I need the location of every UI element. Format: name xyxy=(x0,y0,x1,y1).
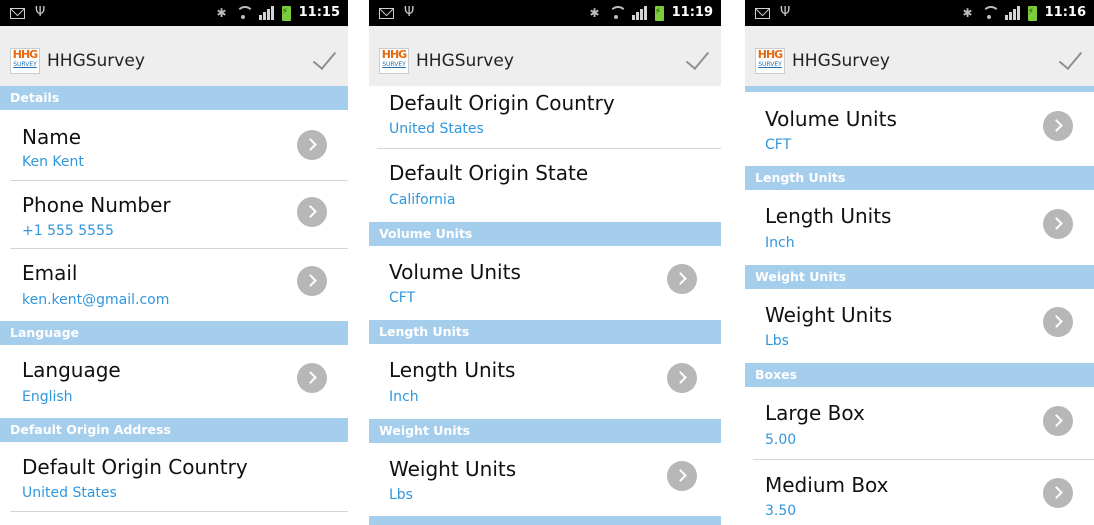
setting-label: Large Box xyxy=(765,401,865,425)
section-header-boxes: Boxes xyxy=(745,363,1094,387)
chevron-right-icon[interactable] xyxy=(1043,209,1073,239)
divider xyxy=(10,248,348,249)
setting-value: California xyxy=(389,192,456,208)
section-header-partial xyxy=(745,86,1094,92)
status-bar: Ψ ✱ 11:15 xyxy=(0,0,348,26)
chevron-right-icon[interactable] xyxy=(297,130,327,160)
wifi-icon xyxy=(608,6,627,20)
status-time: 11:16 xyxy=(1044,5,1086,20)
checkmark-icon[interactable] xyxy=(679,48,707,72)
app-title: HHGSurvey xyxy=(792,51,890,71)
signal-icon xyxy=(258,6,274,20)
chevron-right-icon[interactable] xyxy=(667,363,697,393)
setting-label: Length Units xyxy=(389,358,516,382)
mail-icon xyxy=(10,7,25,19)
mail-icon xyxy=(379,7,394,19)
setting-value: English xyxy=(22,389,73,405)
divider xyxy=(10,511,348,512)
section-header-length: Length Units xyxy=(745,166,1094,190)
setting-value: 3.50 xyxy=(765,503,797,519)
setting-value: United States xyxy=(389,121,484,137)
app-logo: HHG SURVEY xyxy=(10,48,40,74)
section-header-volume: Volume Units xyxy=(369,222,721,246)
divider xyxy=(10,180,348,181)
setting-label: Volume Units xyxy=(389,260,521,284)
setting-label: Medium Box xyxy=(765,473,889,497)
bluetooth-icon: ✱ xyxy=(589,6,600,20)
setting-value: United States xyxy=(22,485,117,501)
chevron-right-icon[interactable] xyxy=(1043,307,1073,337)
bluetooth-icon: ✱ xyxy=(216,6,227,20)
setting-label: Phone Number xyxy=(22,193,171,217)
divider xyxy=(753,459,1094,460)
setting-value: 5.00 xyxy=(765,432,797,448)
setting-value: CFT xyxy=(765,137,792,153)
chevron-right-icon[interactable] xyxy=(297,363,327,393)
setting-value: Inch xyxy=(765,235,795,251)
section-header-language: Language xyxy=(0,321,348,345)
checkmark-icon[interactable] xyxy=(306,48,334,72)
chevron-right-icon[interactable] xyxy=(667,461,697,491)
section-header-weight: Weight Units xyxy=(369,419,721,443)
status-bar: Ψ ✱ 11:19 xyxy=(369,0,721,26)
setting-label: Length Units xyxy=(765,204,892,228)
setting-value: Lbs xyxy=(765,333,789,349)
battery-charging-icon xyxy=(654,5,664,21)
section-header-details: Details xyxy=(0,86,348,110)
setting-label: Default Origin Country xyxy=(22,455,248,479)
status-bar: Ψ ✱ 11:16 xyxy=(745,0,1094,26)
screen-2: Ψ ✱ 11:19 HHG SURVEY HHGSurvey Default O… xyxy=(369,0,721,525)
setting-value: CFT xyxy=(389,290,416,306)
setting-label: Email xyxy=(22,261,78,285)
chevron-right-icon[interactable] xyxy=(1043,406,1073,436)
status-time: 11:19 xyxy=(671,5,713,20)
app-logo: HHG SURVEY xyxy=(379,48,409,74)
chevron-right-icon[interactable] xyxy=(1043,478,1073,508)
section-header-partial xyxy=(369,516,721,525)
divider xyxy=(377,148,721,149)
chevron-right-icon[interactable] xyxy=(1043,111,1073,141)
setting-value: Inch xyxy=(389,389,419,405)
battery-charging-icon xyxy=(281,5,291,21)
setting-value: Lbs xyxy=(389,487,413,503)
wifi-icon xyxy=(981,6,1000,20)
usb-icon: Ψ xyxy=(404,5,415,20)
app-title: HHGSurvey xyxy=(47,51,145,71)
setting-value: +1 555 5555 xyxy=(22,223,114,239)
signal-icon xyxy=(1004,6,1020,20)
section-header-origin: Default Origin Address xyxy=(0,418,348,442)
screen-3: Ψ ✱ 11:16 HHG SURVEY HHGSurvey Volume Un… xyxy=(745,0,1094,525)
mail-icon xyxy=(755,7,770,19)
usb-icon: Ψ xyxy=(35,5,46,20)
setting-label: Default Origin Country xyxy=(389,91,615,115)
bluetooth-icon: ✱ xyxy=(962,6,973,20)
setting-label: Volume Units xyxy=(765,107,897,131)
app-title: HHGSurvey xyxy=(416,51,514,71)
setting-value: Ken Kent xyxy=(22,154,84,170)
status-time: 11:15 xyxy=(298,5,340,20)
chevron-right-icon[interactable] xyxy=(667,264,697,294)
usb-icon: Ψ xyxy=(780,5,791,20)
chevron-right-icon[interactable] xyxy=(297,197,327,227)
setting-label: Weight Units xyxy=(389,457,517,481)
section-header-length: Length Units xyxy=(369,320,721,344)
chevron-right-icon[interactable] xyxy=(297,266,327,296)
screen-1: Ψ ✱ 11:15 HHG SURVEY HHGSurvey Details N… xyxy=(0,0,348,525)
setting-label: Name xyxy=(22,125,82,149)
setting-label: Default Origin State xyxy=(389,161,589,185)
battery-charging-icon xyxy=(1027,5,1037,21)
app-logo: HHG SURVEY xyxy=(755,48,785,74)
checkmark-icon[interactable] xyxy=(1052,48,1080,72)
setting-value: ken.kent@gmail.com xyxy=(22,292,170,308)
section-header-weight: Weight Units xyxy=(745,265,1094,289)
setting-label: Language xyxy=(22,358,121,382)
setting-label: Weight Units xyxy=(765,303,893,327)
wifi-icon xyxy=(235,6,254,20)
signal-icon xyxy=(631,6,647,20)
